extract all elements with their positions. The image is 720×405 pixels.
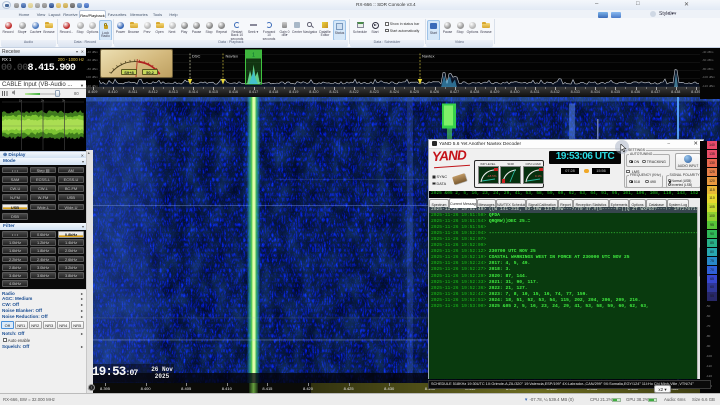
svg-text:DSC: DSC	[192, 53, 201, 58]
svg-text:3k: 3k	[62, 98, 66, 102]
svg-text:1k: 1k	[19, 98, 23, 102]
svg-text:2k: 2k	[41, 98, 45, 102]
svg-text:Navtex: Navtex	[422, 53, 434, 58]
svg-text:Navtex: Navtex	[226, 53, 238, 58]
svg-text:1: 1	[252, 52, 255, 58]
